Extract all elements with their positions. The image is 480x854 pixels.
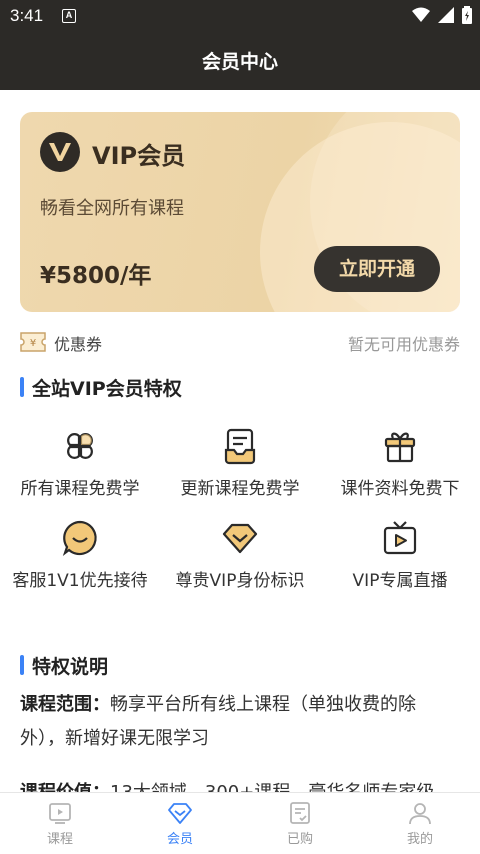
status-time: 3:41 xyxy=(10,6,44,25)
tab-member[interactable]: 会员 xyxy=(120,793,240,854)
battery-icon xyxy=(462,6,472,24)
explanation-title: 特权说明 xyxy=(20,652,108,679)
gift-icon xyxy=(384,432,416,463)
privileges-title: 全站VIP会员特权 xyxy=(20,374,182,401)
privilege-item: 客服1V1优先接待 xyxy=(0,518,160,594)
tab-course[interactable]: 课程 xyxy=(0,793,120,854)
vip-description: 畅看全网所有课程 xyxy=(40,198,184,219)
clover-icon xyxy=(67,433,93,459)
privilege-label: VIP专属直播 xyxy=(352,571,448,591)
privilege-item: 课件资料免费下 xyxy=(320,426,480,502)
page-title: 会员中心 xyxy=(201,51,278,73)
tab-label: 会员 xyxy=(166,832,193,847)
purchased-icon xyxy=(290,802,310,824)
privilege-label: 所有课程免费学 xyxy=(20,479,140,499)
svg-text:¥: ¥ xyxy=(30,338,36,349)
tab-label: 课程 xyxy=(46,832,73,847)
diamond-icon xyxy=(222,523,258,554)
coupon-icon: ¥ xyxy=(20,332,46,352)
notification-icon: A xyxy=(62,9,76,23)
bottom-tab-bar: 课程 会员 已购 我的 xyxy=(0,792,480,854)
wifi-icon xyxy=(412,7,430,22)
explanation-paragraph: 课程范围：畅享平台所有线上课程（单独收费的除外），新增好课无限学习 xyxy=(20,688,460,756)
coupon-label: 优惠券 xyxy=(54,335,103,354)
app-header: 会员中心 xyxy=(0,34,480,90)
privilege-label: 课件资料免费下 xyxy=(340,479,460,499)
vip-card: VIP会员 畅看全网所有课程 ¥5800/年 立即开通 xyxy=(20,112,460,312)
privilege-item: 所有课程免费学 xyxy=(0,426,160,502)
course-icon xyxy=(49,803,71,824)
privilege-item: 尊贵VIP身份标识 xyxy=(160,518,320,594)
system-icons xyxy=(412,6,472,24)
explanation-key: 课程范围： xyxy=(20,694,110,715)
privilege-item: VIP专属直播 xyxy=(320,518,480,594)
status-bar: 3:41 A xyxy=(0,0,480,34)
tab-purchased[interactable]: 已购 xyxy=(240,793,360,854)
tab-label: 已购 xyxy=(286,832,313,847)
chat-smile-icon xyxy=(62,520,97,556)
tab-profile[interactable]: 我的 xyxy=(360,793,480,854)
coupon-row[interactable]: ¥ 优惠券 暂无可用优惠券 xyxy=(20,330,460,354)
coupon-status: 暂无可用优惠券 xyxy=(347,335,460,354)
vip-price: ¥5800/年 xyxy=(40,263,152,289)
vip-logo-icon xyxy=(40,132,80,172)
signal-icon xyxy=(438,7,454,23)
tv-play-icon xyxy=(383,521,417,555)
inbox-icon xyxy=(224,428,256,465)
privilege-label: 客服1V1优先接待 xyxy=(12,571,148,591)
open-vip-button[interactable]: 立即开通 xyxy=(314,246,440,292)
explanation-text: 13大领域，300+课程，豪华名师专家级 xyxy=(110,782,434,792)
explanation-key: 课程价值： xyxy=(20,782,110,792)
profile-icon xyxy=(409,803,431,825)
privilege-label: 尊贵VIP身份标识 xyxy=(175,571,305,591)
explanation-paragraph: 课程价值：13大领域，300+课程，豪华名师专家级 xyxy=(20,776,460,792)
privilege-item: 更新课程免费学 xyxy=(160,426,320,502)
diamond-icon xyxy=(168,803,192,824)
vip-title: VIP会员 xyxy=(92,142,186,170)
main-content[interactable]: VIP会员 畅看全网所有课程 ¥5800/年 立即开通 ¥ 优惠券 暂无可用优惠… xyxy=(0,90,480,792)
privilege-label: 更新课程免费学 xyxy=(180,479,300,499)
tab-label: 我的 xyxy=(406,832,433,847)
